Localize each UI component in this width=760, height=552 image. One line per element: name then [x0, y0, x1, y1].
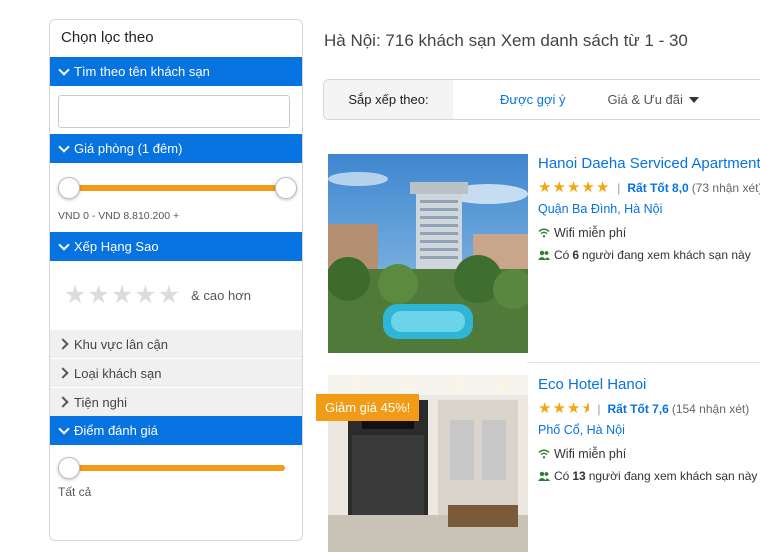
star-icon: ★ — [595, 179, 610, 196]
hotel-rating-row: ★ ★ ★ ★ ★ | Rất Tốt 8,0 (73 nhận xét) — [538, 178, 760, 197]
viewers-count: 6 — [572, 248, 580, 262]
people-icon — [538, 471, 550, 481]
section-nearby[interactable]: Khu vực lân cận — [50, 329, 302, 358]
star-icon: ★ — [566, 179, 581, 196]
review-score-value: Tất cả — [58, 485, 92, 499]
viewers-prefix: Có — [554, 469, 570, 483]
price-slider[interactable]: VND 0 - VND 8.810.200 + — [50, 163, 302, 232]
caret-down-icon — [688, 96, 699, 103]
results-header: Hà Nội: 716 khách sạn Xem danh sách từ 1… — [324, 31, 688, 50]
hotel-name-link[interactable]: Eco Hotel Hanoi — [538, 376, 760, 396]
section-label: Điểm đánh giá — [74, 423, 158, 438]
price-slider-track — [68, 185, 286, 191]
section-label: Khu vực lân cận — [74, 336, 168, 352]
star-icon[interactable]: ★ — [134, 282, 156, 308]
section-label: Xếp Hạng Sao — [74, 239, 159, 254]
price-min-handle[interactable] — [58, 177, 80, 199]
half-star-icon: ★ — [581, 401, 590, 416]
star-icon: ★ — [581, 179, 595, 196]
rating-separator: | — [597, 401, 601, 416]
star-icon: ★ — [538, 179, 552, 196]
review-rating[interactable]: Rất Tốt 8,0 — [627, 181, 688, 195]
chevron-down-icon — [58, 238, 70, 251]
sort-bar: Sắp xếp theo: Được gợi ý Giá & Ưu đãi — [323, 79, 760, 120]
rating-separator: | — [617, 180, 621, 195]
viewers-count: 13 — [572, 469, 586, 483]
section-label: Tìm theo tên khách sạn — [74, 64, 210, 79]
hotel-area-link[interactable]: Phố Cổ, Hà Nội — [538, 423, 760, 441]
section-star-rating[interactable]: Xếp Hạng Sao — [50, 232, 302, 261]
review-rating[interactable]: Rất Tốt 7,6 — [607, 402, 668, 416]
filter-panel: Chọn lọc theo Tìm theo tên khách sạn Giá… — [49, 19, 303, 541]
viewers-prefix: Có — [554, 248, 570, 262]
hotel-photo[interactable] — [328, 154, 528, 353]
section-label: Loại khách sạn — [74, 365, 162, 381]
wifi-icon — [538, 228, 550, 238]
review-score-handle[interactable] — [58, 457, 80, 479]
people-icon — [538, 250, 550, 260]
chevron-down-icon — [58, 140, 70, 153]
hotel-name-box — [50, 86, 302, 134]
hotel-name-link[interactable]: Hanoi Daeha Serviced Apartment — [538, 155, 760, 175]
star-filter-label: & cao hơn — [191, 287, 251, 303]
hotel-area-link[interactable]: Quận Ba Đình, Hà Nội — [538, 202, 760, 220]
section-hotel-type[interactable]: Loại khách sạn — [50, 358, 302, 387]
hotel-name-input[interactable] — [58, 95, 290, 128]
price-range-text: VND 0 - VND 8.810.200 + — [58, 210, 180, 222]
chevron-down-icon — [58, 422, 70, 435]
hotel-rating-row: ★ ★ ★ ★ | Rất Tốt 7,6 (154 nhận xét) — [538, 399, 760, 418]
star-icon[interactable]: ★ — [64, 282, 86, 308]
review-count[interactable]: (154 nhận xét) — [672, 402, 749, 416]
chevron-right-icon — [57, 338, 69, 350]
star-icon[interactable]: ★ — [158, 282, 180, 308]
review-count[interactable]: (73 nhận xét) — [692, 181, 760, 195]
wifi-icon — [538, 449, 550, 459]
chevron-right-icon — [57, 367, 69, 379]
star-icon: ★ — [552, 179, 566, 196]
hotel-card-info: Eco Hotel Hanoi ★ ★ ★ ★ | Rất Tốt 7,6 (1… — [538, 376, 760, 485]
sort-price-label: Giá & Ưu đãi — [607, 92, 683, 107]
wifi-feature: Wifi miễn phí — [538, 224, 760, 242]
price-max-handle[interactable] — [275, 177, 297, 199]
discount-badge: Giảm giá 45%! — [316, 394, 420, 421]
star-icon: ★ — [566, 400, 581, 417]
filter-title: Chọn lọc theo — [61, 29, 154, 46]
wifi-label: Wifi miễn phí — [554, 226, 627, 240]
section-hotel-name[interactable]: Tìm theo tên khách sạn — [50, 57, 302, 86]
hotel-card-info: Hanoi Daeha Serviced Apartment ★ ★ ★ ★ ★… — [538, 155, 760, 264]
section-price[interactable]: Giá phòng (1 đêm) — [50, 134, 302, 163]
review-score-slider[interactable]: Tất cả — [50, 445, 302, 507]
chevron-down-icon — [58, 63, 70, 76]
star-icon[interactable]: ★ — [87, 282, 109, 308]
sort-label: Sắp xếp theo: — [324, 80, 453, 119]
review-slider-track — [68, 465, 285, 471]
star-icon: ★ — [552, 400, 566, 417]
wifi-feature: Wifi miễn phí — [538, 445, 760, 463]
star-icon[interactable]: ★ — [111, 282, 133, 308]
sort-price-deals[interactable]: Giá & Ưu đãi — [607, 92, 699, 107]
section-amenities[interactable]: Tiện nghi — [50, 387, 302, 416]
chevron-right-icon — [57, 396, 69, 408]
section-review-score[interactable]: Điểm đánh giá — [50, 416, 302, 445]
wifi-label: Wifi miễn phí — [554, 447, 627, 461]
star-filter: ★ ★ ★ ★ ★ & cao hơn — [50, 261, 302, 329]
viewers-info: Có 13 người đang xem khách sạn này — [538, 467, 760, 485]
viewers-suffix: người đang xem khách sạn này — [582, 248, 751, 262]
section-label: Tiện nghi — [74, 394, 127, 410]
section-label: Giá phòng (1 đêm) — [74, 141, 183, 156]
viewers-info: Có 6 người đang xem khách sạn này — [538, 246, 760, 264]
card-divider — [527, 362, 760, 363]
sort-recommended[interactable]: Được gợi ý — [500, 92, 565, 107]
viewers-suffix: người đang xem khách sạn này — [588, 469, 758, 483]
star-icon: ★ — [538, 400, 552, 417]
